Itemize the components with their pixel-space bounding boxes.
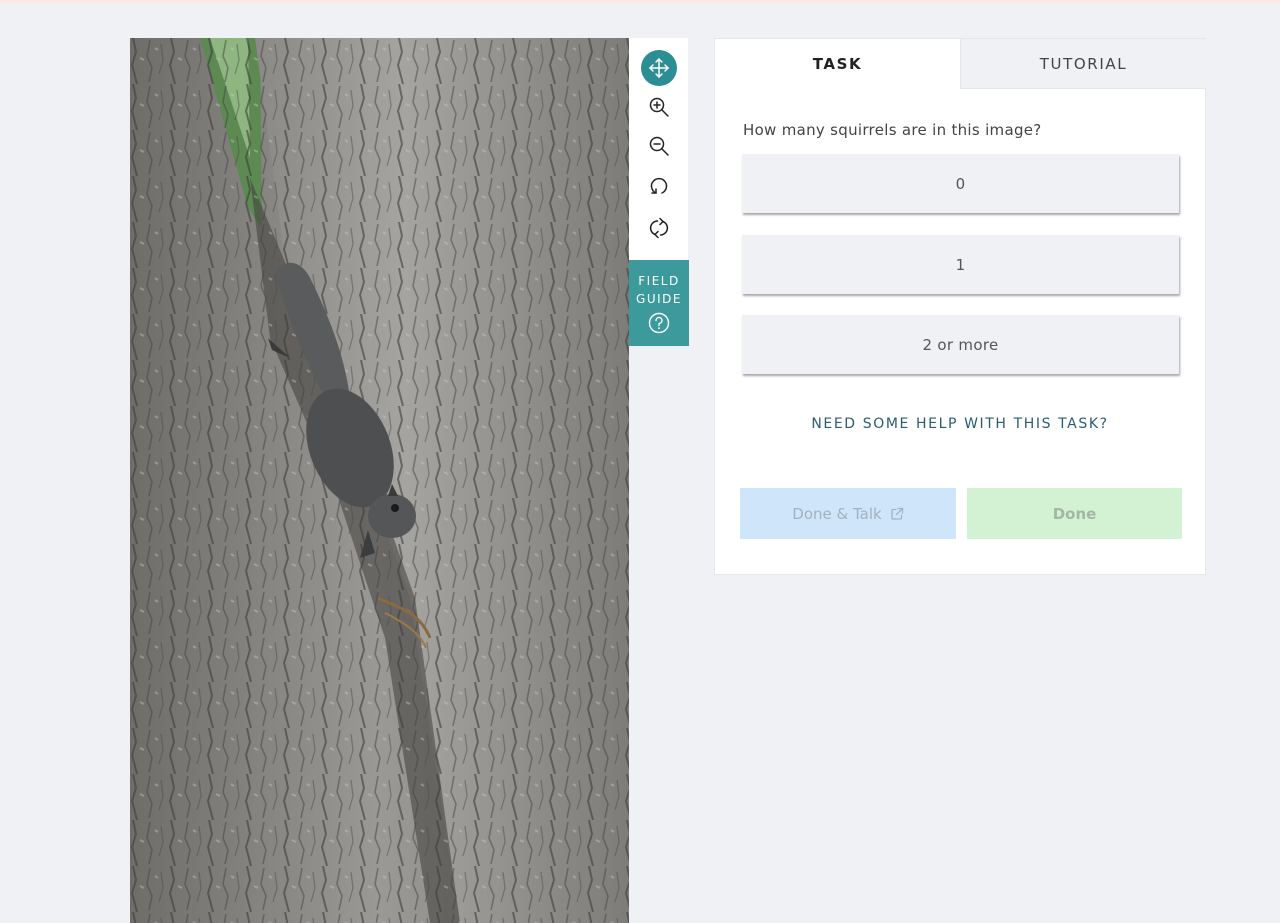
task-panel: TASK TUTORIAL How many squirrels are in … — [714, 38, 1206, 575]
task-question: How many squirrels are in this image? — [743, 121, 1042, 139]
top-border — [0, 0, 1280, 3]
external-link-icon — [891, 507, 903, 520]
help-circle-icon — [648, 312, 670, 334]
rotate-button[interactable] — [641, 168, 677, 204]
answer-option[interactable]: 2 or more — [742, 315, 1179, 374]
move-icon — [648, 57, 670, 79]
zoom-in-button[interactable] — [641, 89, 677, 125]
answer-option[interactable]: 0 — [742, 154, 1179, 213]
tab-task[interactable]: TASK — [715, 39, 960, 89]
field-guide-label: FIELD GUIDE — [636, 274, 682, 306]
done-and-talk-button[interactable]: Done & Talk — [740, 488, 956, 539]
need-help-link[interactable]: NEED SOME HELP WITH THIS TASK? — [715, 416, 1205, 432]
done-button[interactable]: Done — [967, 488, 1182, 539]
answer-option[interactable]: 1 — [742, 235, 1179, 294]
image-toolbar — [629, 38, 688, 260]
reset-icon — [649, 217, 669, 239]
zoom-out-button[interactable] — [641, 128, 677, 164]
zoom-in-icon — [649, 97, 669, 117]
subject-photo — [130, 38, 629, 923]
done-and-talk-label: Done & Talk — [792, 504, 882, 523]
rotate-icon — [650, 177, 668, 194]
subject-image[interactable] — [130, 38, 629, 923]
tab-tutorial[interactable]: TUTORIAL — [960, 39, 1206, 89]
reset-button[interactable] — [641, 210, 677, 246]
zoom-out-icon — [649, 136, 669, 156]
move-tool-button[interactable] — [641, 50, 677, 86]
field-guide-button[interactable]: FIELD GUIDE — [629, 260, 689, 346]
